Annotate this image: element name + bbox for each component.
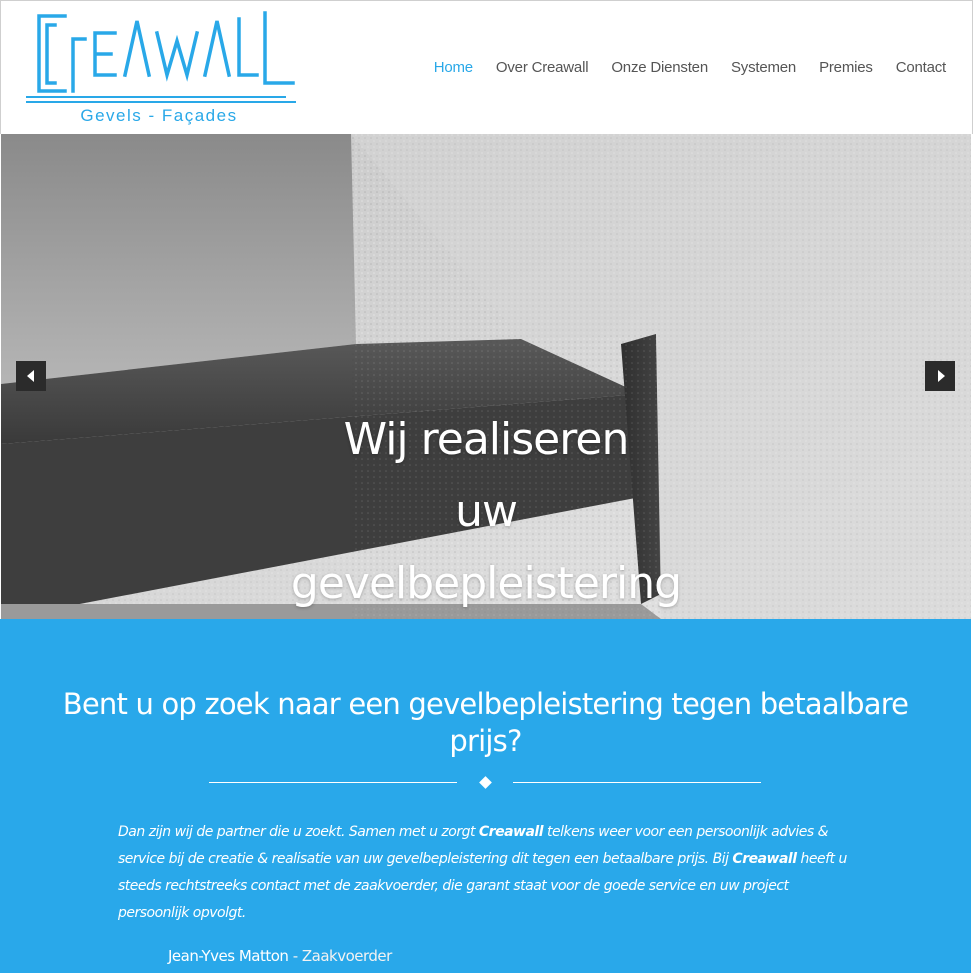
intro-text-part1: Dan zijn wij de partner die u zoekt. Sam… — [118, 824, 479, 840]
brand-name: Creawall — [732, 851, 797, 867]
creawall-logo[interactable]: Gevels - Façades — [25, 11, 297, 127]
signature: Jean-Yves Matton - Zaakvoerder — [168, 947, 392, 965]
logo-tagline: Gevels - Façades — [80, 106, 237, 125]
nav-onze-diensten[interactable]: Onze Diensten — [611, 59, 708, 76]
hero-headline: Wij realiseren uw gevelbepleistering — [1, 404, 971, 619]
intro-section: Bent u op zoek naar een gevelbepleisteri… — [0, 619, 971, 973]
diamond-icon — [479, 776, 492, 789]
nav-contact[interactable]: Contact — [896, 59, 946, 76]
brand-name: Creawall — [478, 824, 544, 840]
slider-next-button[interactable] — [925, 361, 955, 391]
arrow-left-icon — [26, 370, 34, 382]
signature-name: Jean-Yves Matton — [168, 947, 289, 965]
hero-line-2: uw — [455, 486, 518, 537]
slider-prev-button[interactable] — [16, 361, 46, 391]
hero-line-3: gevelbepleistering — [290, 558, 682, 609]
nav-systemen[interactable]: Systemen — [731, 59, 796, 76]
signature-role: - Zaakvoerder — [288, 947, 393, 965]
intro-paragraph: Dan zijn wij de partner die u zoekt. Sam… — [118, 819, 858, 927]
site-header: Gevels - Façades Home Over Creawall Onze… — [0, 0, 973, 134]
nav-premies[interactable]: Premies — [819, 59, 873, 76]
nav-over-creawall[interactable]: Over Creawall — [496, 59, 589, 76]
divider-right — [513, 782, 761, 783]
intro-heading: Bent u op zoek naar een gevelbepleisteri… — [62, 687, 909, 758]
main-nav: Home Over Creawall Onze Diensten Systeme… — [411, 59, 947, 76]
divider-left — [209, 782, 457, 783]
hero-line-1: Wij realiseren — [343, 414, 630, 465]
logo-graphic: Gevels - Façades — [26, 11, 296, 125]
hero-slider: Wij realiseren uw gevelbepleistering — [1, 134, 971, 619]
nav-home[interactable]: Home — [434, 59, 473, 76]
arrow-right-icon — [937, 370, 945, 382]
